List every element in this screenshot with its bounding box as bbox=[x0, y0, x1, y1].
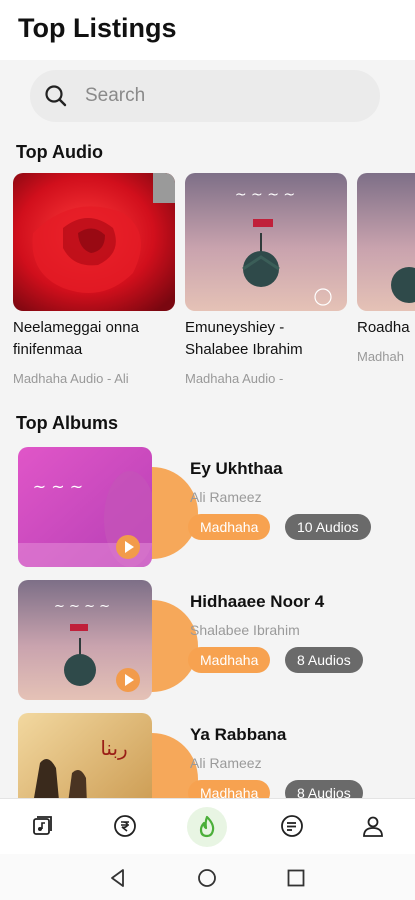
recents-icon[interactable] bbox=[286, 868, 306, 888]
top-albums-heading: Top Albums bbox=[16, 413, 118, 433]
album-artist: Ali Rameez bbox=[190, 489, 262, 505]
tab-home[interactable] bbox=[187, 807, 227, 847]
back-icon[interactable] bbox=[108, 868, 128, 888]
audio-card[interactable]: Roadha Madhah bbox=[357, 173, 415, 364]
app-header: Top Listings bbox=[0, 0, 415, 60]
tab-donate[interactable] bbox=[108, 809, 142, 843]
audio-count-chip: 8 Audios bbox=[285, 647, 363, 673]
svg-text:~ ~ ~ ~: ~ ~ ~ ~ bbox=[235, 187, 295, 203]
tab-profile[interactable] bbox=[356, 809, 390, 843]
audio-title-line2: finifenmaa bbox=[13, 341, 83, 358]
home-circle-icon[interactable] bbox=[197, 868, 217, 888]
album-name: Hidhaaee Noor 4 bbox=[190, 592, 325, 611]
genre-chip: Madhaha bbox=[188, 647, 271, 673]
audio-card[interactable]: Neelameggai onna finifenmaa Madhaha Audi… bbox=[13, 173, 175, 386]
audio-title-line2: Shalabee Ibrahim bbox=[185, 341, 303, 358]
audio-subtitle: Madhaha Audio - Ali bbox=[13, 371, 129, 386]
audio-subtitle: Madhaha Audio - bbox=[185, 371, 284, 386]
system-nav-bar bbox=[0, 854, 415, 900]
svg-text:ربنا: ربنا bbox=[100, 736, 127, 760]
tab-library[interactable] bbox=[26, 809, 60, 843]
svg-text:~ ~ ~: ~ ~ ~ bbox=[33, 477, 83, 496]
top-audio-heading: Top Audio bbox=[16, 142, 103, 162]
home-flame-icon bbox=[199, 815, 215, 838]
tab-playlists[interactable] bbox=[275, 809, 309, 843]
album-row[interactable]: ~ ~ ~ Ey Ukhthaa Ali Rameez Madhaha 10 A… bbox=[18, 447, 398, 567]
playlist-icon bbox=[281, 815, 303, 837]
play-icon[interactable] bbox=[116, 668, 140, 692]
audio-card[interactable]: ~ ~ ~ ~ Emuneyshiey - Shalabee Ibrahim M… bbox=[185, 173, 347, 386]
play-icon[interactable] bbox=[116, 535, 140, 559]
audio-title-line1: Neelameggai onna bbox=[13, 319, 139, 336]
album-row[interactable]: ~ ~ ~ ~ Hidhaaee Noor 4 Shalabee Ibrahim… bbox=[18, 580, 398, 700]
search-bar[interactable]: Search bbox=[30, 70, 380, 122]
audio-thumbnail: ~ ~ ~ ~ bbox=[185, 173, 347, 311]
bottom-tab-bar bbox=[0, 798, 415, 854]
profile-icon bbox=[363, 816, 383, 837]
search-icon bbox=[45, 85, 67, 107]
audio-title-line1: Emuneyshiey - bbox=[185, 319, 285, 336]
album-name: Ya Rabbana bbox=[190, 725, 287, 744]
page-title: Top Listings bbox=[18, 13, 177, 43]
genre-chip: Madhaha bbox=[188, 514, 271, 540]
music-library-icon bbox=[33, 816, 52, 835]
album-artist: Shalabee Ibrahim bbox=[190, 622, 300, 638]
album-name: Ey Ukhthaa bbox=[190, 459, 283, 478]
search-placeholder: Search bbox=[85, 85, 146, 106]
audio-subtitle: Madhah bbox=[357, 349, 404, 364]
rupee-coin-icon bbox=[114, 815, 136, 837]
audio-thumbnail bbox=[357, 173, 415, 311]
audio-title-line1: Roadha bbox=[357, 319, 410, 336]
svg-text:~ ~ ~ ~: ~ ~ ~ ~ bbox=[54, 599, 110, 614]
album-artist: Ali Rameez bbox=[190, 755, 262, 771]
audio-count-chip: 10 Audios bbox=[285, 514, 371, 540]
audio-thumbnail bbox=[13, 173, 175, 311]
